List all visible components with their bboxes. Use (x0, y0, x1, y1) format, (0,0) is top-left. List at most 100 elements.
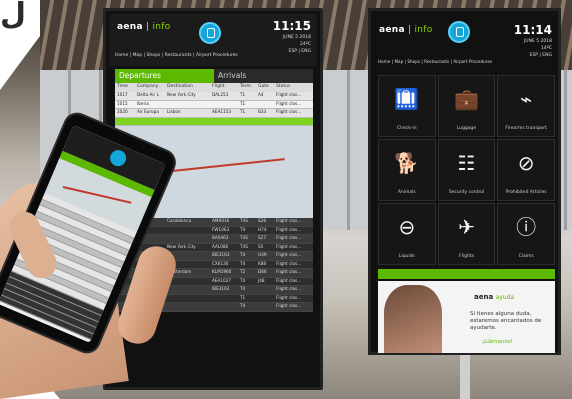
service-tile-flights[interactable]: ✈ Flights (437, 203, 496, 265)
table-cell: IBE3163 (212, 252, 230, 257)
table-cell: Delta Air L (137, 92, 159, 97)
service-tile-prohibited-articles[interactable]: ⊘ Prohibited Articles (497, 139, 555, 201)
table-cell: T2 (240, 269, 246, 274)
service-tile-label: Security control (448, 190, 485, 195)
clock-time: 11:14 (513, 23, 552, 37)
table-cell (165, 101, 210, 109)
tab-arrivals[interactable]: Arrivals (214, 69, 313, 83)
table-cell: S5 (258, 243, 264, 249)
luggage-cart-icon: 🛄 (394, 87, 420, 111)
user-badge-icon[interactable] (199, 22, 221, 44)
table-cell: J48 (258, 277, 265, 283)
table-row: 1015 Iberia T1 Flight clos... (115, 100, 313, 109)
table-cell (210, 303, 238, 311)
corner-glyph: ل (0, 0, 27, 32)
table-cell: AEA1027 (212, 277, 232, 283)
service-tile-claims[interactable]: ⓘ Claims (497, 203, 555, 265)
table-cell: T4 (240, 252, 246, 257)
brand-name: aena (117, 22, 143, 32)
col-gate: Gate (258, 84, 269, 89)
top-nav[interactable]: Home | Map | Shops | Restaurants | Airpo… (115, 53, 238, 58)
info-icon: ⓘ (516, 215, 537, 239)
table-cell: Air Europa (137, 109, 159, 114)
table-cell: Flight clos... (276, 92, 302, 97)
phone-badge-icon (107, 147, 129, 169)
table-cell (256, 286, 274, 294)
promo-text: Si tienes alguna duda, estaremos encanta… (470, 311, 542, 331)
service-tile-label: Firearms transport (505, 126, 547, 131)
table-cell: KLM1960 (212, 269, 232, 274)
service-tile-animals[interactable]: 🐕 Animals (378, 139, 436, 201)
table-cell (256, 295, 274, 303)
language-switch[interactable]: ESP | ENG (289, 49, 312, 54)
table-cell: Flight clos... (276, 269, 302, 274)
highlight-row (115, 117, 313, 126)
col-destination: Destination (167, 84, 193, 89)
service-tile-security-control[interactable]: ☷ Security control (437, 139, 496, 201)
table-cell (210, 101, 238, 109)
table-cell: T1 (240, 294, 246, 300)
table-cell: Flight clos... (276, 252, 302, 257)
table-cell: Flight clos... (276, 218, 302, 223)
table-cell: H39 (258, 252, 267, 257)
table-cell: T4S (240, 235, 248, 240)
table-cell: A4 (258, 92, 264, 97)
service-tile-label: Claims (518, 254, 534, 259)
clock-date: JUNE 5 2018 (523, 39, 552, 44)
table-cell (165, 235, 210, 243)
table-cell: AMX016 (212, 218, 230, 223)
kiosk-header: aena | info 11:15 JUNE 5 2018 24ºC ESP | E… (109, 14, 317, 66)
liquids-icon: ⊖ (398, 215, 416, 239)
table-cell: S28 (258, 218, 266, 223)
tab-departures[interactable]: Departures (115, 69, 214, 83)
table-row: 1017 Delta Air L New York City DAL253 T1 A4 Fl… (115, 92, 313, 101)
clock-date: JUNE 5 2018 (282, 35, 311, 40)
clock-time: 11:15 (272, 19, 311, 33)
table-cell: 1015 (117, 100, 128, 106)
prohibited-articles-icon: ⊘ (517, 151, 535, 175)
table-cell: DAL253 (212, 92, 229, 97)
agent-photo (384, 285, 442, 353)
service-tile-label: Flights (459, 254, 474, 259)
photo-scene: ل aena | info 11:15 JUNE 5 2018 24ºC ESP |… (0, 0, 572, 399)
green-divider (378, 269, 555, 279)
aena-logo: aena | info (117, 22, 171, 32)
table-cell: S27 (258, 235, 266, 240)
call-us-link[interactable]: ¡Llámanos! (482, 339, 513, 345)
user-badge-icon[interactable] (448, 21, 470, 43)
table-cell (165, 303, 210, 311)
table-cell: Flight clos... (276, 277, 302, 283)
promo-brand-name: aena (474, 293, 494, 301)
table-cell: Lisbon (167, 109, 181, 114)
top-nav[interactable]: Home | Map | Shops | Restaurants | Airpo… (378, 59, 492, 64)
service-tile-firearms-transport[interactable]: ⌁ Firearms transport (497, 75, 555, 137)
table-cell: Casablanca (167, 218, 192, 223)
temperature: 24ºC (300, 42, 311, 47)
service-grid: 🛄 Check-in 💼 Luggage ⌁ Firearms transport 🐕 Ani… (378, 75, 555, 265)
service-tile-liquids[interactable]: ⊖ Liquids (378, 203, 436, 265)
aena-logo: aena | info (379, 25, 433, 35)
table-cell: FW1063 (212, 226, 230, 232)
brand-name: aena (379, 25, 405, 35)
brand-sub: info (152, 22, 171, 32)
table-cell (256, 303, 274, 311)
table-cell: Iberia (137, 100, 149, 106)
temperature: 14ºC (541, 46, 552, 51)
flights-icon: ✈ (458, 215, 475, 239)
language-switch[interactable]: ESP | ENG (530, 53, 553, 58)
brand-sub: info (414, 25, 433, 35)
kiosk-post (460, 355, 470, 399)
table-cell (210, 295, 238, 303)
dog-icon: 🐕 (394, 151, 420, 175)
service-tile-label: Luggage (456, 126, 477, 131)
service-tile-luggage[interactable]: 💼 Luggage (437, 75, 496, 137)
table-cell: T4S (240, 243, 248, 249)
table-cell: Flight clos... (276, 100, 302, 106)
table-cell: T1 (240, 92, 246, 97)
table-cell: T4 (240, 303, 246, 308)
table-cell: K88 (258, 260, 267, 266)
table-cell: AAL086 (212, 243, 229, 249)
table-cell: T4 (240, 260, 246, 266)
help-banner[interactable]: aena ayuda Si tienes alguna duda, estare… (378, 281, 555, 353)
service-tile-check-in[interactable]: 🛄 Check-in (378, 75, 436, 137)
